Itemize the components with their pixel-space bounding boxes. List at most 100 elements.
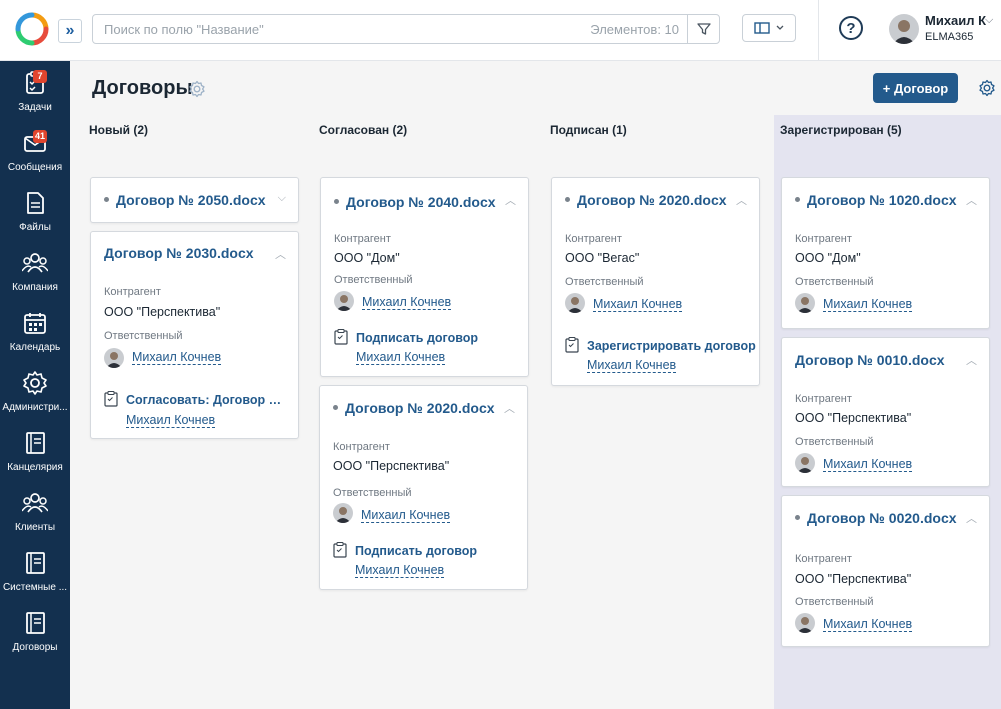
- sidebar-item-label: Системные ...: [2, 582, 68, 593]
- calendar-icon: [24, 313, 46, 334]
- filter-icon: [696, 23, 711, 35]
- contract-card-2040[interactable]: Договор № 2040.docx ︿ Контрагент ООО "До…: [320, 177, 529, 377]
- gear-icon: [23, 371, 47, 395]
- task-link[interactable]: Зарегистрировать договор: [587, 339, 756, 353]
- sidebar-item-files[interactable]: Файлы: [0, 184, 70, 244]
- sidebar-item-label: Компания: [12, 282, 58, 293]
- user-name[interactable]: Михаил К: [925, 13, 986, 28]
- responsible-link[interactable]: Михаил Кочнев: [823, 617, 913, 632]
- chevron-up-icon[interactable]: ︿: [966, 192, 977, 208]
- search-input[interactable]: Поиск по полю "Название" Элементов: 10: [92, 14, 720, 44]
- contract-card-2020-signed[interactable]: Договор № 2020.docx ︿ Контрагент ООО "Ве…: [551, 177, 760, 386]
- contract-card-0010[interactable]: Договор № 0010.docx ︿ Контрагент ООО "Пе…: [781, 337, 990, 487]
- chevron-up-icon[interactable]: ︿: [736, 192, 747, 208]
- responsible-label: Ответственный: [565, 276, 644, 288]
- elements-count: Элементов: 10: [590, 22, 679, 37]
- clipboard-task-icon: [333, 542, 347, 558]
- task-assignee-link[interactable]: Михаил Кочнев: [355, 563, 445, 578]
- column-new: Новый (2) Договор № 2050.docx ⌵ Договор …: [89, 115, 301, 709]
- responsible-link[interactable]: Михаил Кочнев: [823, 457, 913, 472]
- gear-icon[interactable]: [188, 80, 206, 98]
- task-assignee-link[interactable]: Михаил Кочнев: [126, 413, 216, 428]
- task-link[interactable]: Подписать договор: [356, 331, 478, 345]
- add-contract-button[interactable]: + Договор: [873, 73, 958, 103]
- column-title: Согласован (2): [319, 123, 408, 137]
- card-title[interactable]: Договор № 2020.docx: [345, 400, 495, 416]
- sidebar-item-label: Календарь: [9, 342, 61, 353]
- chevron-up-icon[interactable]: ︿: [504, 400, 515, 416]
- sidebar-item-office[interactable]: Канцелярия: [0, 424, 70, 484]
- chevron-up-icon[interactable]: ︿: [966, 352, 977, 368]
- sidebar-item-label: Договоры: [12, 642, 58, 653]
- status-dot: [334, 199, 339, 204]
- sidebar-item-company[interactable]: Компания: [0, 244, 70, 304]
- avatar: [795, 293, 815, 313]
- task-link[interactable]: Согласовать: Договор № 2030.docx: [126, 393, 288, 407]
- sidebar-item-label: Задачи: [18, 102, 52, 113]
- sidebar-item-system[interactable]: Системные ...: [0, 544, 70, 604]
- header-divider: [818, 0, 819, 61]
- sidebar-item-administration[interactable]: Администри...: [0, 364, 70, 424]
- task-assignee-link[interactable]: Михаил Кочнев: [356, 350, 446, 365]
- responsible-label: Ответственный: [795, 436, 874, 448]
- contract-card-2020[interactable]: Договор № 2020.docx ︿ Контрагент ООО "Пе…: [319, 385, 528, 590]
- book-icon: [26, 552, 45, 574]
- chevron-up-icon[interactable]: ︿: [966, 510, 977, 526]
- avatar: [104, 348, 124, 368]
- user-avatar[interactable]: [889, 14, 919, 44]
- sidebar-item-messages[interactable]: 41 Сообщения: [0, 124, 70, 184]
- view-mode-button[interactable]: [742, 14, 796, 42]
- card-title[interactable]: Договор № 2050.docx: [116, 192, 266, 208]
- card-title[interactable]: Договор № 1020.docx: [807, 192, 957, 208]
- responsible-link[interactable]: Михаил Кочнев: [823, 297, 913, 312]
- sidebar-item-tasks[interactable]: 7 Задачи: [0, 64, 70, 124]
- expand-sidebar-button[interactable]: »: [58, 19, 82, 43]
- status-dot: [333, 405, 338, 410]
- card-title[interactable]: Договор № 0020.docx: [807, 510, 957, 526]
- sidebar-item-clients[interactable]: Клиенты: [0, 484, 70, 544]
- counterparty-value: ООО "Перспектива": [104, 305, 221, 319]
- contract-card-1020[interactable]: Договор № 1020.docx ︿ Контрагент ООО "До…: [781, 177, 990, 329]
- contract-card-0020[interactable]: Договор № 0020.docx ︿ Контрагент ООО "Пе…: [781, 495, 990, 647]
- search-placeholder: Поиск по полю "Название": [104, 22, 264, 37]
- card-title[interactable]: Договор № 2030.docx: [104, 245, 254, 261]
- card-title[interactable]: Договор № 0010.docx: [795, 352, 945, 368]
- counterparty-label: Контрагент: [333, 441, 390, 453]
- responsible-label: Ответственный: [334, 274, 413, 286]
- avatar: [334, 291, 354, 311]
- responsible-link[interactable]: Михаил Кочнев: [361, 508, 451, 523]
- user-menu-chevron-icon[interactable]: ⌵: [985, 14, 993, 27]
- sidebar-item-label: Клиенты: [14, 522, 56, 533]
- sidebar-item-contracts[interactable]: Договоры: [0, 604, 70, 664]
- contract-card-2050[interactable]: Договор № 2050.docx ⌵: [90, 177, 299, 223]
- double-chevron-right-icon: »: [65, 22, 75, 39]
- responsible-label: Ответственный: [795, 276, 874, 288]
- sidebar-item-calendar[interactable]: Календарь: [0, 304, 70, 364]
- card-title[interactable]: Договор № 2040.docx: [346, 194, 496, 210]
- column-title: Зарегистрирован (5): [780, 123, 902, 137]
- responsible-link[interactable]: Михаил Кочнев: [362, 295, 452, 310]
- card-title[interactable]: Договор № 2020.docx: [577, 192, 727, 208]
- filter-button[interactable]: [687, 14, 719, 44]
- responsible-label: Ответственный: [795, 596, 874, 608]
- help-button[interactable]: ?: [839, 16, 863, 40]
- settings-gear-icon[interactable]: [978, 79, 996, 97]
- contract-card-2030[interactable]: Договор № 2030.docx ︿ Контрагент ООО "Пе…: [90, 231, 299, 439]
- clipboard-task-icon: [565, 337, 579, 353]
- chevron-down-icon[interactable]: ⌵: [278, 192, 286, 205]
- help-icon: ?: [846, 19, 856, 37]
- chevron-up-icon[interactable]: ︿: [505, 192, 516, 208]
- company-icon: [22, 253, 48, 273]
- responsible-link[interactable]: Михаил Кочнев: [132, 350, 222, 365]
- book-icon: [26, 612, 45, 634]
- responsible-link[interactable]: Михаил Кочнев: [593, 297, 683, 312]
- task-link[interactable]: Подписать договор: [355, 544, 477, 558]
- column-title: Новый (2): [89, 123, 148, 137]
- task-assignee-link[interactable]: Михаил Кочнев: [587, 358, 677, 373]
- counterparty-value: ООО "Перспектива": [795, 411, 912, 425]
- column-title: Подписан (1): [550, 123, 627, 137]
- chevron-up-icon[interactable]: ︿: [275, 246, 286, 262]
- avatar: [565, 293, 585, 313]
- app-logo-icon[interactable]: [15, 12, 49, 46]
- counterparty-value: ООО "Вегас": [565, 251, 640, 265]
